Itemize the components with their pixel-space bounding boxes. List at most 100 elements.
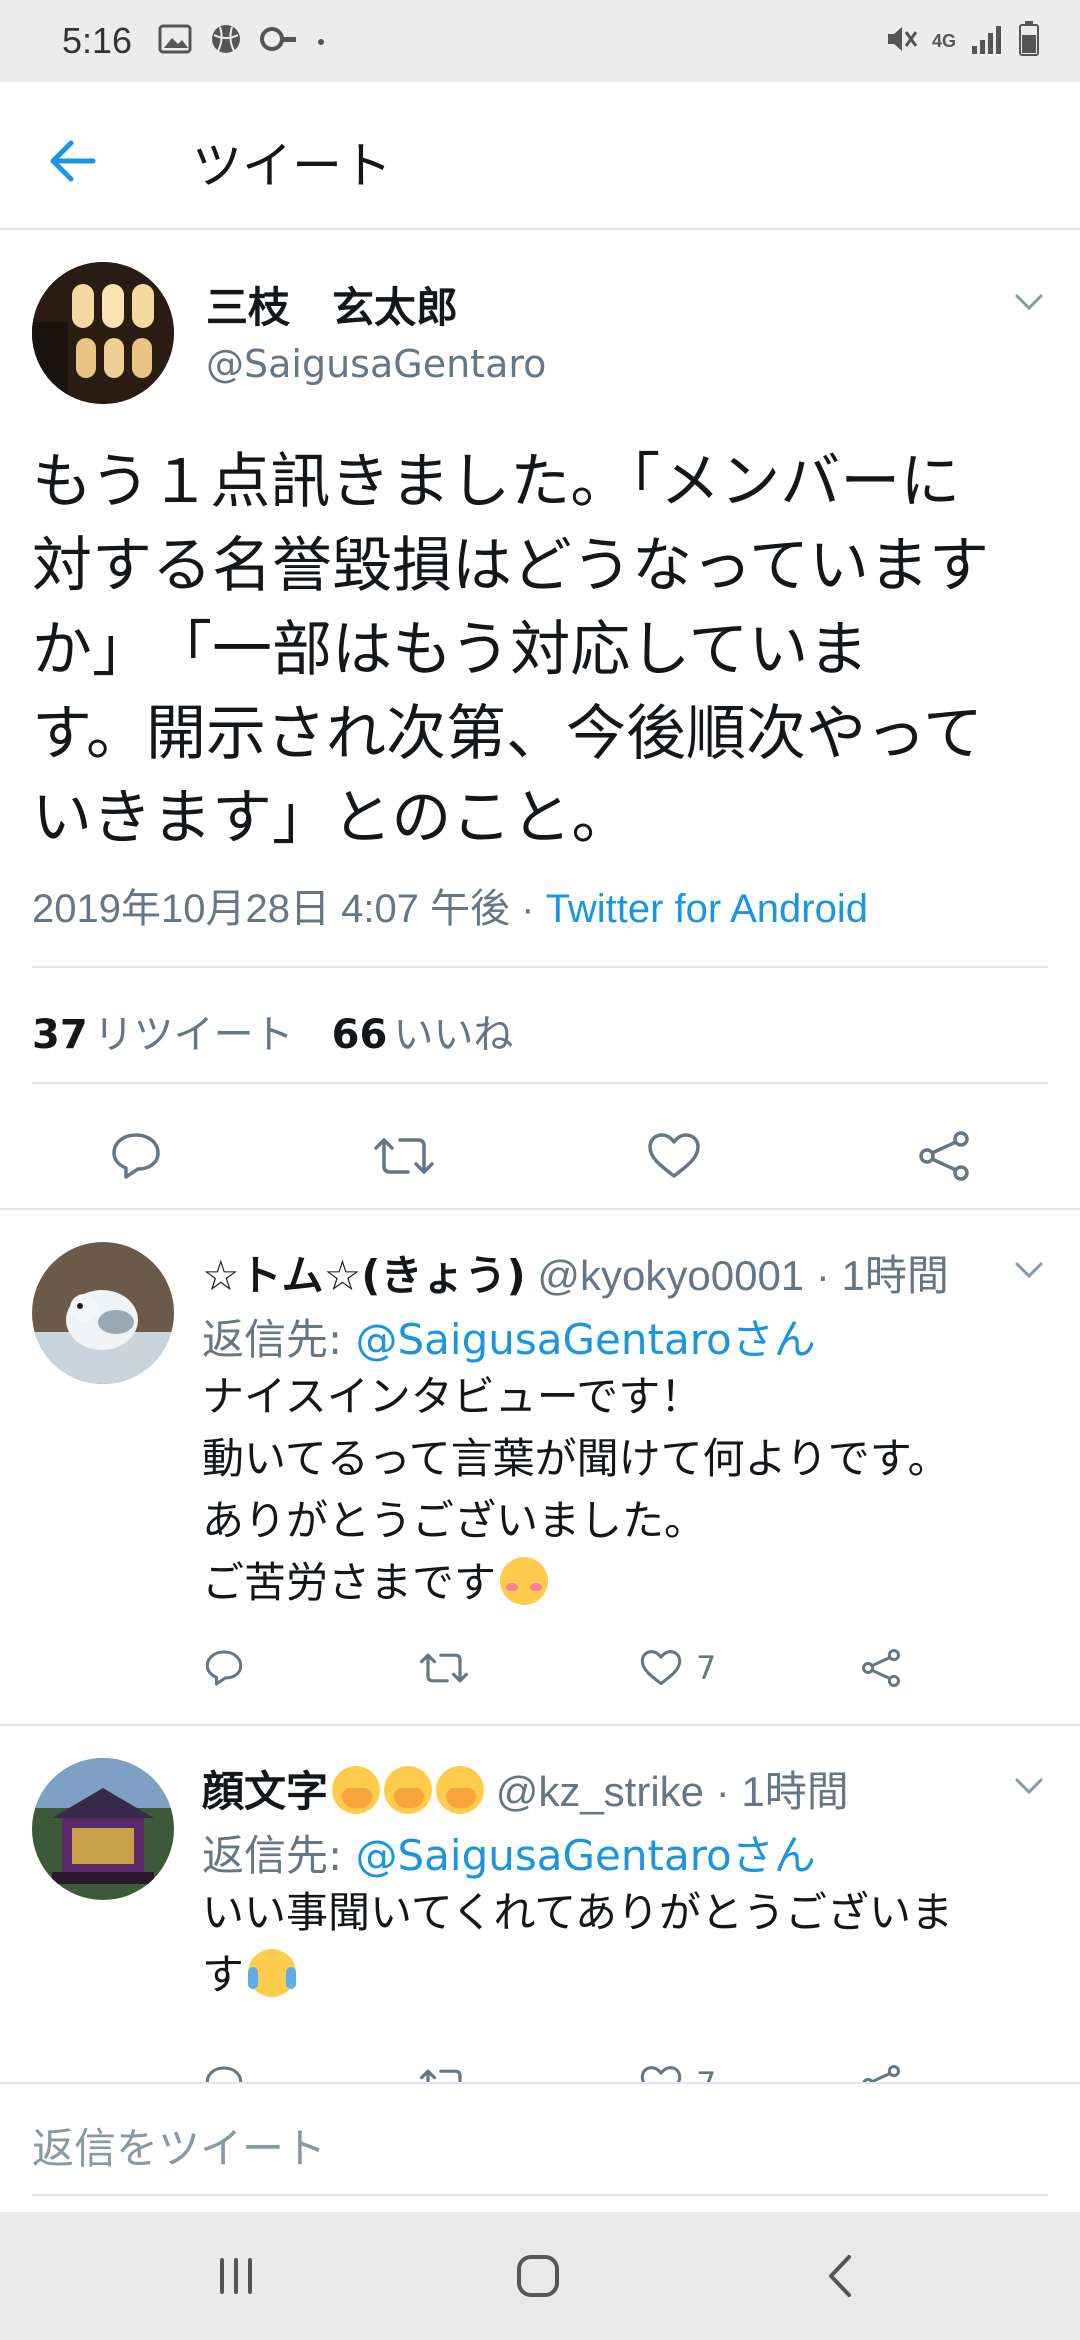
vpn-key-icon xyxy=(260,24,298,58)
app-header: ツイート xyxy=(0,82,1080,230)
tweet-datetime: 2019年10月28日 4:07 午後 · xyxy=(32,887,546,931)
reply-text: ナイスインタビューです！ 動いてるって言葉が聞けて何よりです。 ありがとうござい… xyxy=(202,1366,1022,1614)
reply-author-name[interactable]: 顔文字 xyxy=(202,1766,485,1816)
heart-icon xyxy=(648,1133,700,1178)
reply-composer xyxy=(0,2082,1080,2212)
reply-button[interactable] xyxy=(204,1638,244,1698)
page-title: ツイート xyxy=(192,137,392,195)
status-bar: 5:16 4G xyxy=(0,0,1080,82)
share-icon xyxy=(862,1649,901,1687)
reply-button[interactable] xyxy=(96,1120,176,1192)
retweet-button[interactable] xyxy=(420,2054,468,2082)
reply-author-name-text: 顔文字 xyxy=(202,1767,329,1816)
retweet-icon xyxy=(420,1653,468,1683)
author-name[interactable]: 三枝 玄太郎 xyxy=(206,274,458,335)
reply-text-body: ナイスインタビューです！ 動いてるって言葉が聞けて何よりです。 ありがとうござい… xyxy=(202,1372,950,1607)
reply-actions: 7 xyxy=(202,1638,962,1698)
network-type: 4G xyxy=(931,30,956,51)
heart-icon xyxy=(640,1650,682,1686)
back-arrow-icon xyxy=(50,140,96,182)
divider xyxy=(32,966,1048,968)
reply-avatar[interactable] xyxy=(32,1758,174,1900)
reply-header: 顔文字 @kz_strike · 1時間 xyxy=(202,1758,849,1819)
reply-avatar[interactable] xyxy=(32,1242,174,1384)
chevron-left-icon xyxy=(829,2255,851,2297)
reply-to-line: 返信先: @SaigusaGentaroさん xyxy=(202,1306,816,1367)
reply-icon xyxy=(205,2066,243,2082)
retweet-icon xyxy=(374,1138,434,1174)
retweet-icon xyxy=(420,2069,462,2082)
reply-author-handle[interactable]: @kyokyo0001 · 1時間 xyxy=(537,1252,948,1299)
reply-actions: 7 xyxy=(202,2054,962,2082)
share-button[interactable] xyxy=(860,1638,902,1698)
mute-icon xyxy=(884,22,918,60)
retweet-stat[interactable]: 37 リツイート xyxy=(32,1002,294,1060)
like-button[interactable]: 7 xyxy=(640,2054,716,2082)
dot-icon xyxy=(316,32,326,51)
like-stat[interactable]: 66 いいね xyxy=(332,1002,514,1060)
reply-text-body: いい事聞いてくれてありがとうございま す xyxy=(202,1888,953,1999)
like-count: 66 xyxy=(331,1012,388,1058)
chevron-down-icon xyxy=(1015,294,1043,311)
back-button[interactable] xyxy=(38,126,108,196)
like-button[interactable] xyxy=(634,1120,714,1192)
reply-tweet[interactable]: 顔文字 @kz_strike · 1時間 返信先: @SaigusaGentar… xyxy=(0,1726,1080,2082)
system-nav-bar xyxy=(0,2212,1080,2340)
reply-menu-button[interactable] xyxy=(1014,1776,1044,1800)
share-button[interactable] xyxy=(904,1120,984,1192)
tweet-meta: 2019年10月28日 4:07 午後 · Twitter for Androi… xyxy=(32,876,868,934)
author-handle[interactable]: @SaigusaGentaro xyxy=(206,342,546,386)
hand-over-mouth-icon xyxy=(384,1766,433,1814)
retweet-count: 37 xyxy=(32,1012,88,1058)
tears-of-joy-icon xyxy=(248,1949,297,1997)
author-avatar[interactable] xyxy=(32,262,174,404)
gallery-icon xyxy=(158,24,192,58)
tweet-text: もう１点訊きました。「メンバーに 対する名誉毀損はどうなっています か」 「一部… xyxy=(32,447,989,853)
chevron-down-icon xyxy=(1015,1262,1043,1279)
share-icon xyxy=(862,2065,901,2082)
tweet-menu-button[interactable] xyxy=(1014,292,1044,316)
back-nav-button[interactable] xyxy=(790,2236,890,2316)
hand-over-mouth-icon xyxy=(332,1766,381,1814)
home-button[interactable] xyxy=(488,2236,588,2316)
home-icon xyxy=(517,2255,559,2297)
reply-input[interactable] xyxy=(32,2102,1048,2196)
divider xyxy=(32,1082,1048,1084)
share-icon xyxy=(919,1131,969,1181)
reply-to-prefix: 返信先: xyxy=(202,1831,356,1880)
reply-icon xyxy=(112,1133,160,1179)
heart-icon xyxy=(640,2066,682,2082)
like-label: いいね xyxy=(393,1012,514,1058)
reply-tweet[interactable]: ☆トム☆(きょう) @kyokyo0001 · 1時間 返信先: @Saigus… xyxy=(0,1210,1080,1724)
status-time: 5:16 xyxy=(62,20,133,61)
tweet-source-link[interactable]: Twitter for Android xyxy=(546,887,868,931)
battery-icon xyxy=(1018,21,1040,61)
reply-button[interactable] xyxy=(204,2054,244,2082)
reply-icon xyxy=(205,1650,243,1686)
share-button[interactable] xyxy=(860,2054,902,2082)
retweet-label: リツイート xyxy=(93,1012,294,1058)
ball-icon xyxy=(210,23,242,59)
reply-to-mention[interactable]: @SaigusaGentaroさん xyxy=(356,1831,816,1880)
reply-author-handle[interactable]: @kz_strike · 1時間 xyxy=(496,1768,849,1815)
retweet-button[interactable] xyxy=(364,1120,444,1192)
reply-menu-button[interactable] xyxy=(1014,1260,1044,1284)
reply-to-prefix: 返信先: xyxy=(202,1315,356,1364)
reply-header: ☆トム☆(きょう) @kyokyo0001 · 1時間 xyxy=(202,1242,949,1303)
hand-over-mouth-icon xyxy=(436,1766,485,1814)
like-count: 7 xyxy=(696,1649,717,1687)
tweet-stats: 37 リツイート 66 いいね xyxy=(32,1002,513,1060)
like-count: 7 xyxy=(696,2065,716,2082)
smiling-face-icon xyxy=(500,1557,549,1605)
chevron-down-icon xyxy=(1015,1778,1043,1795)
signal-icon xyxy=(970,24,1004,58)
reply-author-name[interactable]: ☆トム☆(きょう) xyxy=(202,1251,526,1300)
like-button[interactable]: 7 xyxy=(640,1638,716,1698)
reply-to-mention[interactable]: @SaigusaGentaroさん xyxy=(356,1315,816,1364)
recent-apps-button[interactable] xyxy=(186,2236,286,2316)
reply-text: いい事聞いてくれてありがとうございま す xyxy=(202,1882,1022,2006)
reply-to-line: 返信先: @SaigusaGentaroさん xyxy=(202,1822,816,1883)
retweet-button[interactable] xyxy=(420,1638,468,1698)
status-right: 4G xyxy=(884,21,1040,61)
recent-apps-icon xyxy=(220,2258,252,2294)
